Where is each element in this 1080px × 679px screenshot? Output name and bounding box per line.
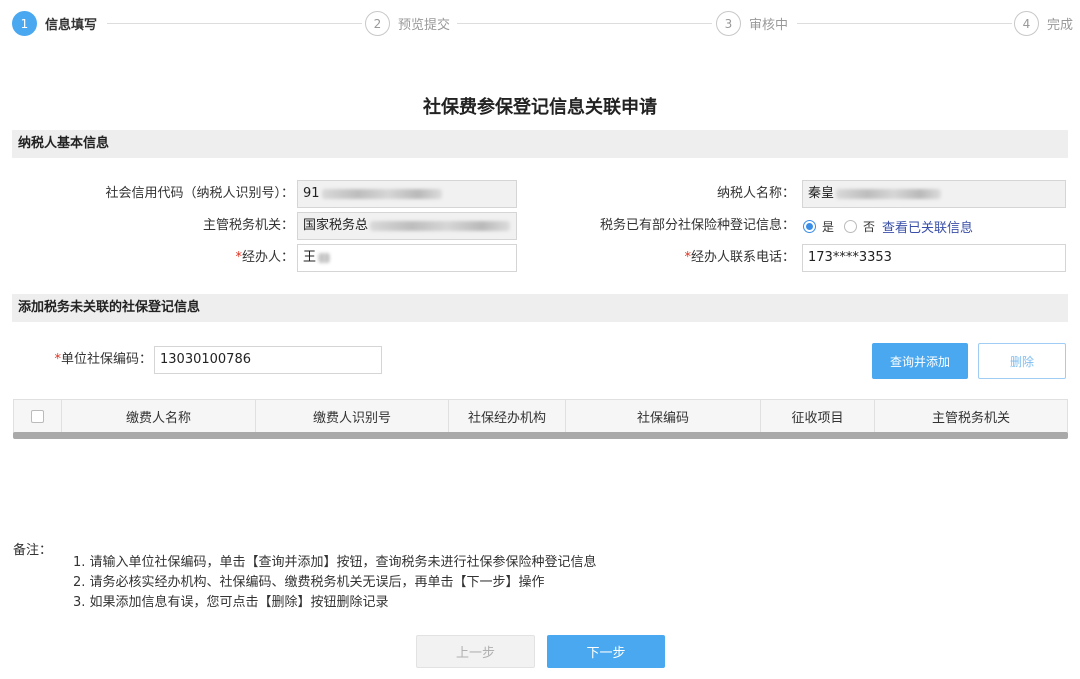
note-item: 3. 如果添加信息有误，您可点击【删除】按钮删除记录 [73,595,389,610]
unit-code-input[interactable]: 13030100786 [154,346,382,374]
column-header: 主管税务机关 [931,411,1010,426]
page-title: 社保费参保登记信息关联申请 [423,97,657,118]
column-header: 社保编码 [566,400,761,433]
phone-label-text: 经办人联系电话： [690,250,795,265]
phone-label: *经办人联系电话： [620,244,795,272]
step-number: 3 [716,11,741,36]
table-horizontal-scrollbar[interactable] [13,432,1068,439]
registered-info-label: 税务已有部分社保险种登记信息： [599,218,795,233]
tax-authority-label: 主管税务机关： [202,218,294,233]
step-connector [797,23,1012,24]
select-all-cell [14,400,62,433]
column-header: 征收项目 [761,400,875,433]
next-step-button[interactable]: 下一步 [547,635,665,668]
step-number: 4 [1014,11,1039,36]
note-item: 1. 请输入单位社保编码，单击【查询并添加】按钮，查询税务未进行社保参保险种登记… [73,555,597,570]
step-4: 4 完成 [1012,11,1074,36]
radio-no-label: 否 [863,219,876,234]
prev-step-button[interactable]: 上一步 [416,635,535,668]
credit-code-field: 91 [297,180,517,208]
redacted-mask [836,188,942,199]
step-connector [107,23,362,24]
radio-no[interactable] [844,219,858,233]
handler-label-text: 经办人： [241,250,294,265]
tax-authority-value: 国家税务总 [303,218,369,233]
taxpayer-name-label: 纳税人名称： [716,186,795,201]
step-label: 审核中 [749,18,789,33]
section-header-add-info: 添加税务未关联的社保登记信息 [12,294,1068,322]
query-add-button[interactable]: 查询并添加 [872,343,968,379]
column-header: 社保经办机构 [449,400,566,433]
note-item: 2. 请务必核实经办机构、社保编码、缴费税务机关无误后，再单击【下一步】操作 [73,575,545,590]
credit-code-label: 社会信用代码（纳税人识别号）： [105,186,294,201]
column-header: 缴费人识别号 [256,400,449,433]
step-1: 1 信息填写 [12,11,104,36]
handler-label: *经办人： [60,244,294,272]
delete-button[interactable]: 删除 [978,343,1066,379]
step-number: 1 [12,11,37,36]
handler-input[interactable]: 王 [297,244,517,272]
progress-steps: 1 信息填写 2 预览提交 3 审核中 4 完成 [12,11,1080,37]
registered-radio-group: 是 否 查看已关联信息 [803,212,973,240]
redacted-mask [318,252,331,263]
view-linked-info-link[interactable]: 查看已关联信息 [882,217,973,236]
notes-label: 备注： [13,543,53,558]
step-label: 信息填写 [45,18,98,33]
step-2: 2 预览提交 [363,11,457,36]
handler-value: 王 [303,250,317,265]
step-connector [457,23,712,24]
column-header: 缴费人名称 [62,400,256,433]
credit-code-value: 91 [303,186,320,201]
phone-input[interactable]: 173****3353 [802,244,1066,272]
taxpayer-name-value: 秦皇 [808,186,835,201]
records-table-header: 缴费人名称 缴费人识别号 社保经办机构 社保编码 征收项目 主管税务机关 [13,399,1068,433]
step-3: 3 审核中 [714,11,795,36]
unit-code-value: 13030100786 [160,352,251,367]
step-label: 完成 [1047,18,1074,33]
select-all-checkbox[interactable] [31,410,44,423]
phone-value: 173****3353 [808,250,892,265]
redacted-mask [370,220,511,231]
radio-yes-label: 是 [822,219,835,234]
section-header-basic-info: 纳税人基本信息 [12,130,1068,158]
redacted-mask [321,188,442,199]
radio-yes[interactable] [803,219,816,233]
unit-code-label-text: 单位社保编码： [60,352,152,367]
unit-code-label: *单位社保编码： [20,346,152,374]
taxpayer-name-field: 秦皇 [802,180,1066,208]
step-label: 预览提交 [398,18,451,33]
step-number: 2 [365,11,390,36]
tax-authority-field: 国家税务总 [297,212,517,240]
